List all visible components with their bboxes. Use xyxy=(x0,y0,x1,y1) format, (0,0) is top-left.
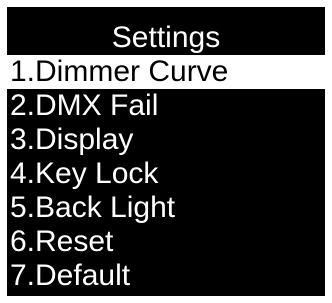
menu-item-reset[interactable]: 6.Reset xyxy=(7,225,325,259)
settings-menu: 1.Dimmer Curve 2.DMX Fail 3.Display 4.Ke… xyxy=(7,55,325,293)
screen-title: Settings xyxy=(111,21,221,54)
device-lcd-screen: Settings 1.Dimmer Curve 2.DMX Fail 3.Dis… xyxy=(7,7,325,296)
menu-item-key-lock[interactable]: 4.Key Lock xyxy=(7,157,325,191)
menu-item-display[interactable]: 3.Display xyxy=(7,123,325,157)
menu-item-dmx-fail[interactable]: 2.DMX Fail xyxy=(7,89,325,123)
menu-item-dimmer-curve[interactable]: 1.Dimmer Curve xyxy=(7,55,325,89)
menu-item-default[interactable]: 7.Default xyxy=(7,259,325,293)
menu-item-back-light[interactable]: 5.Back Light xyxy=(7,191,325,225)
